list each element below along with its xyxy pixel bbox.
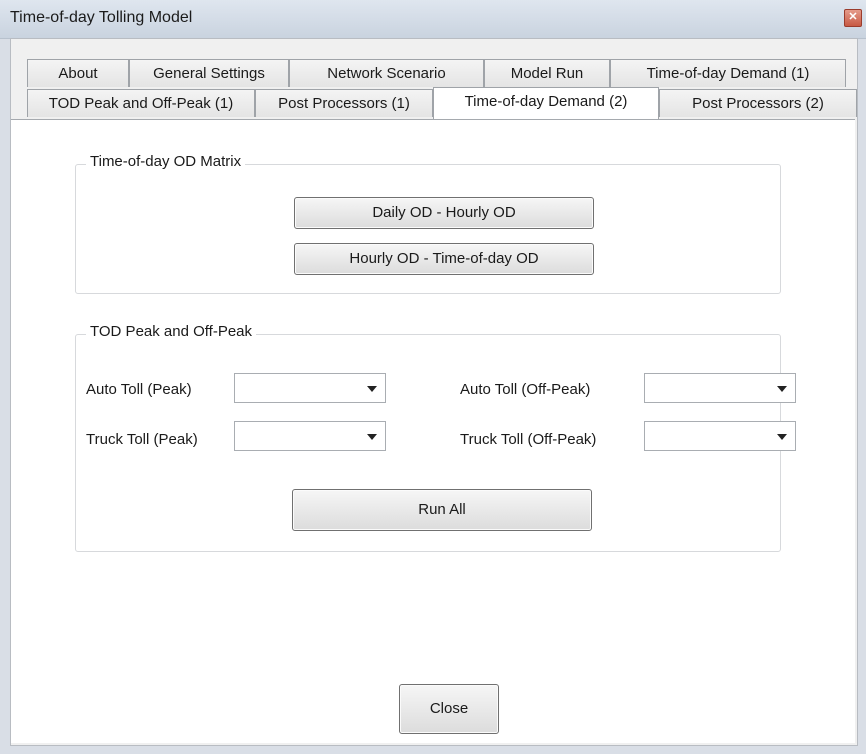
tab-time-of-day-demand-2[interactable]: Time-of-day Demand (2) xyxy=(433,87,659,119)
close-window-icon[interactable]: ✕ xyxy=(844,9,862,27)
auto-toll-peak-label: Auto Toll (Peak) xyxy=(86,381,192,398)
tod-peak-offpeak-group: TOD Peak and Off-Peak Auto Toll (Peak) A… xyxy=(75,323,796,552)
tab-model-run[interactable]: Model Run xyxy=(484,59,610,87)
window-title: Time-of-day Tolling Model xyxy=(10,9,193,26)
tab-tod-peak-offpeak-1[interactable]: TOD Peak and Off-Peak (1) xyxy=(27,89,255,117)
truck-toll-peak-label: Truck Toll (Peak) xyxy=(86,431,198,448)
chevron-down-icon xyxy=(367,434,377,440)
tab-panel: Time-of-day OD Matrix Daily OD - Hourly … xyxy=(11,119,855,743)
tab-about[interactable]: About xyxy=(27,59,129,87)
daily-to-hourly-od-button[interactable]: Daily OD - Hourly OD xyxy=(294,197,594,229)
tod-peak-offpeak-group-title: TOD Peak and Off-Peak xyxy=(86,323,257,340)
auto-toll-peak-select[interactable] xyxy=(234,373,386,403)
auto-toll-offpeak-select[interactable] xyxy=(644,373,796,403)
od-matrix-group: Time-of-day OD Matrix Daily OD - Hourly … xyxy=(75,153,781,294)
truck-toll-offpeak-label: Truck Toll (Off-Peak) xyxy=(460,431,597,448)
title-bar: Time-of-day Tolling Model ✕ xyxy=(0,0,866,39)
tab-network-scenario[interactable]: Network Scenario xyxy=(289,59,484,87)
chevron-down-icon xyxy=(367,386,377,392)
auto-toll-offpeak-label: Auto Toll (Off-Peak) xyxy=(460,381,591,398)
run-all-button[interactable]: Run All xyxy=(292,489,592,531)
chevron-down-icon xyxy=(777,434,787,440)
tab-post-processors-2[interactable]: Post Processors (2) xyxy=(659,89,857,117)
od-matrix-group-title: Time-of-day OD Matrix xyxy=(86,153,246,170)
hourly-to-tod-od-button[interactable]: Hourly OD - Time-of-day OD xyxy=(294,243,594,275)
truck-toll-offpeak-select[interactable] xyxy=(644,421,796,451)
dialog-window: Time-of-day Tolling Model ✕ About Genera… xyxy=(0,0,866,754)
tab-control: About General Settings Network Scenario … xyxy=(10,38,858,746)
tab-general-settings[interactable]: General Settings xyxy=(129,59,289,87)
tab-post-processors-1[interactable]: Post Processors (1) xyxy=(255,89,433,117)
truck-toll-peak-select[interactable] xyxy=(234,421,386,451)
close-button[interactable]: Close xyxy=(399,684,499,734)
tab-row-2: TOD Peak and Off-Peak (1) Post Processor… xyxy=(27,87,857,119)
chevron-down-icon xyxy=(777,386,787,392)
tab-time-of-day-demand-1[interactable]: Time-of-day Demand (1) xyxy=(610,59,846,87)
tab-row-1: About General Settings Network Scenario … xyxy=(27,59,857,89)
